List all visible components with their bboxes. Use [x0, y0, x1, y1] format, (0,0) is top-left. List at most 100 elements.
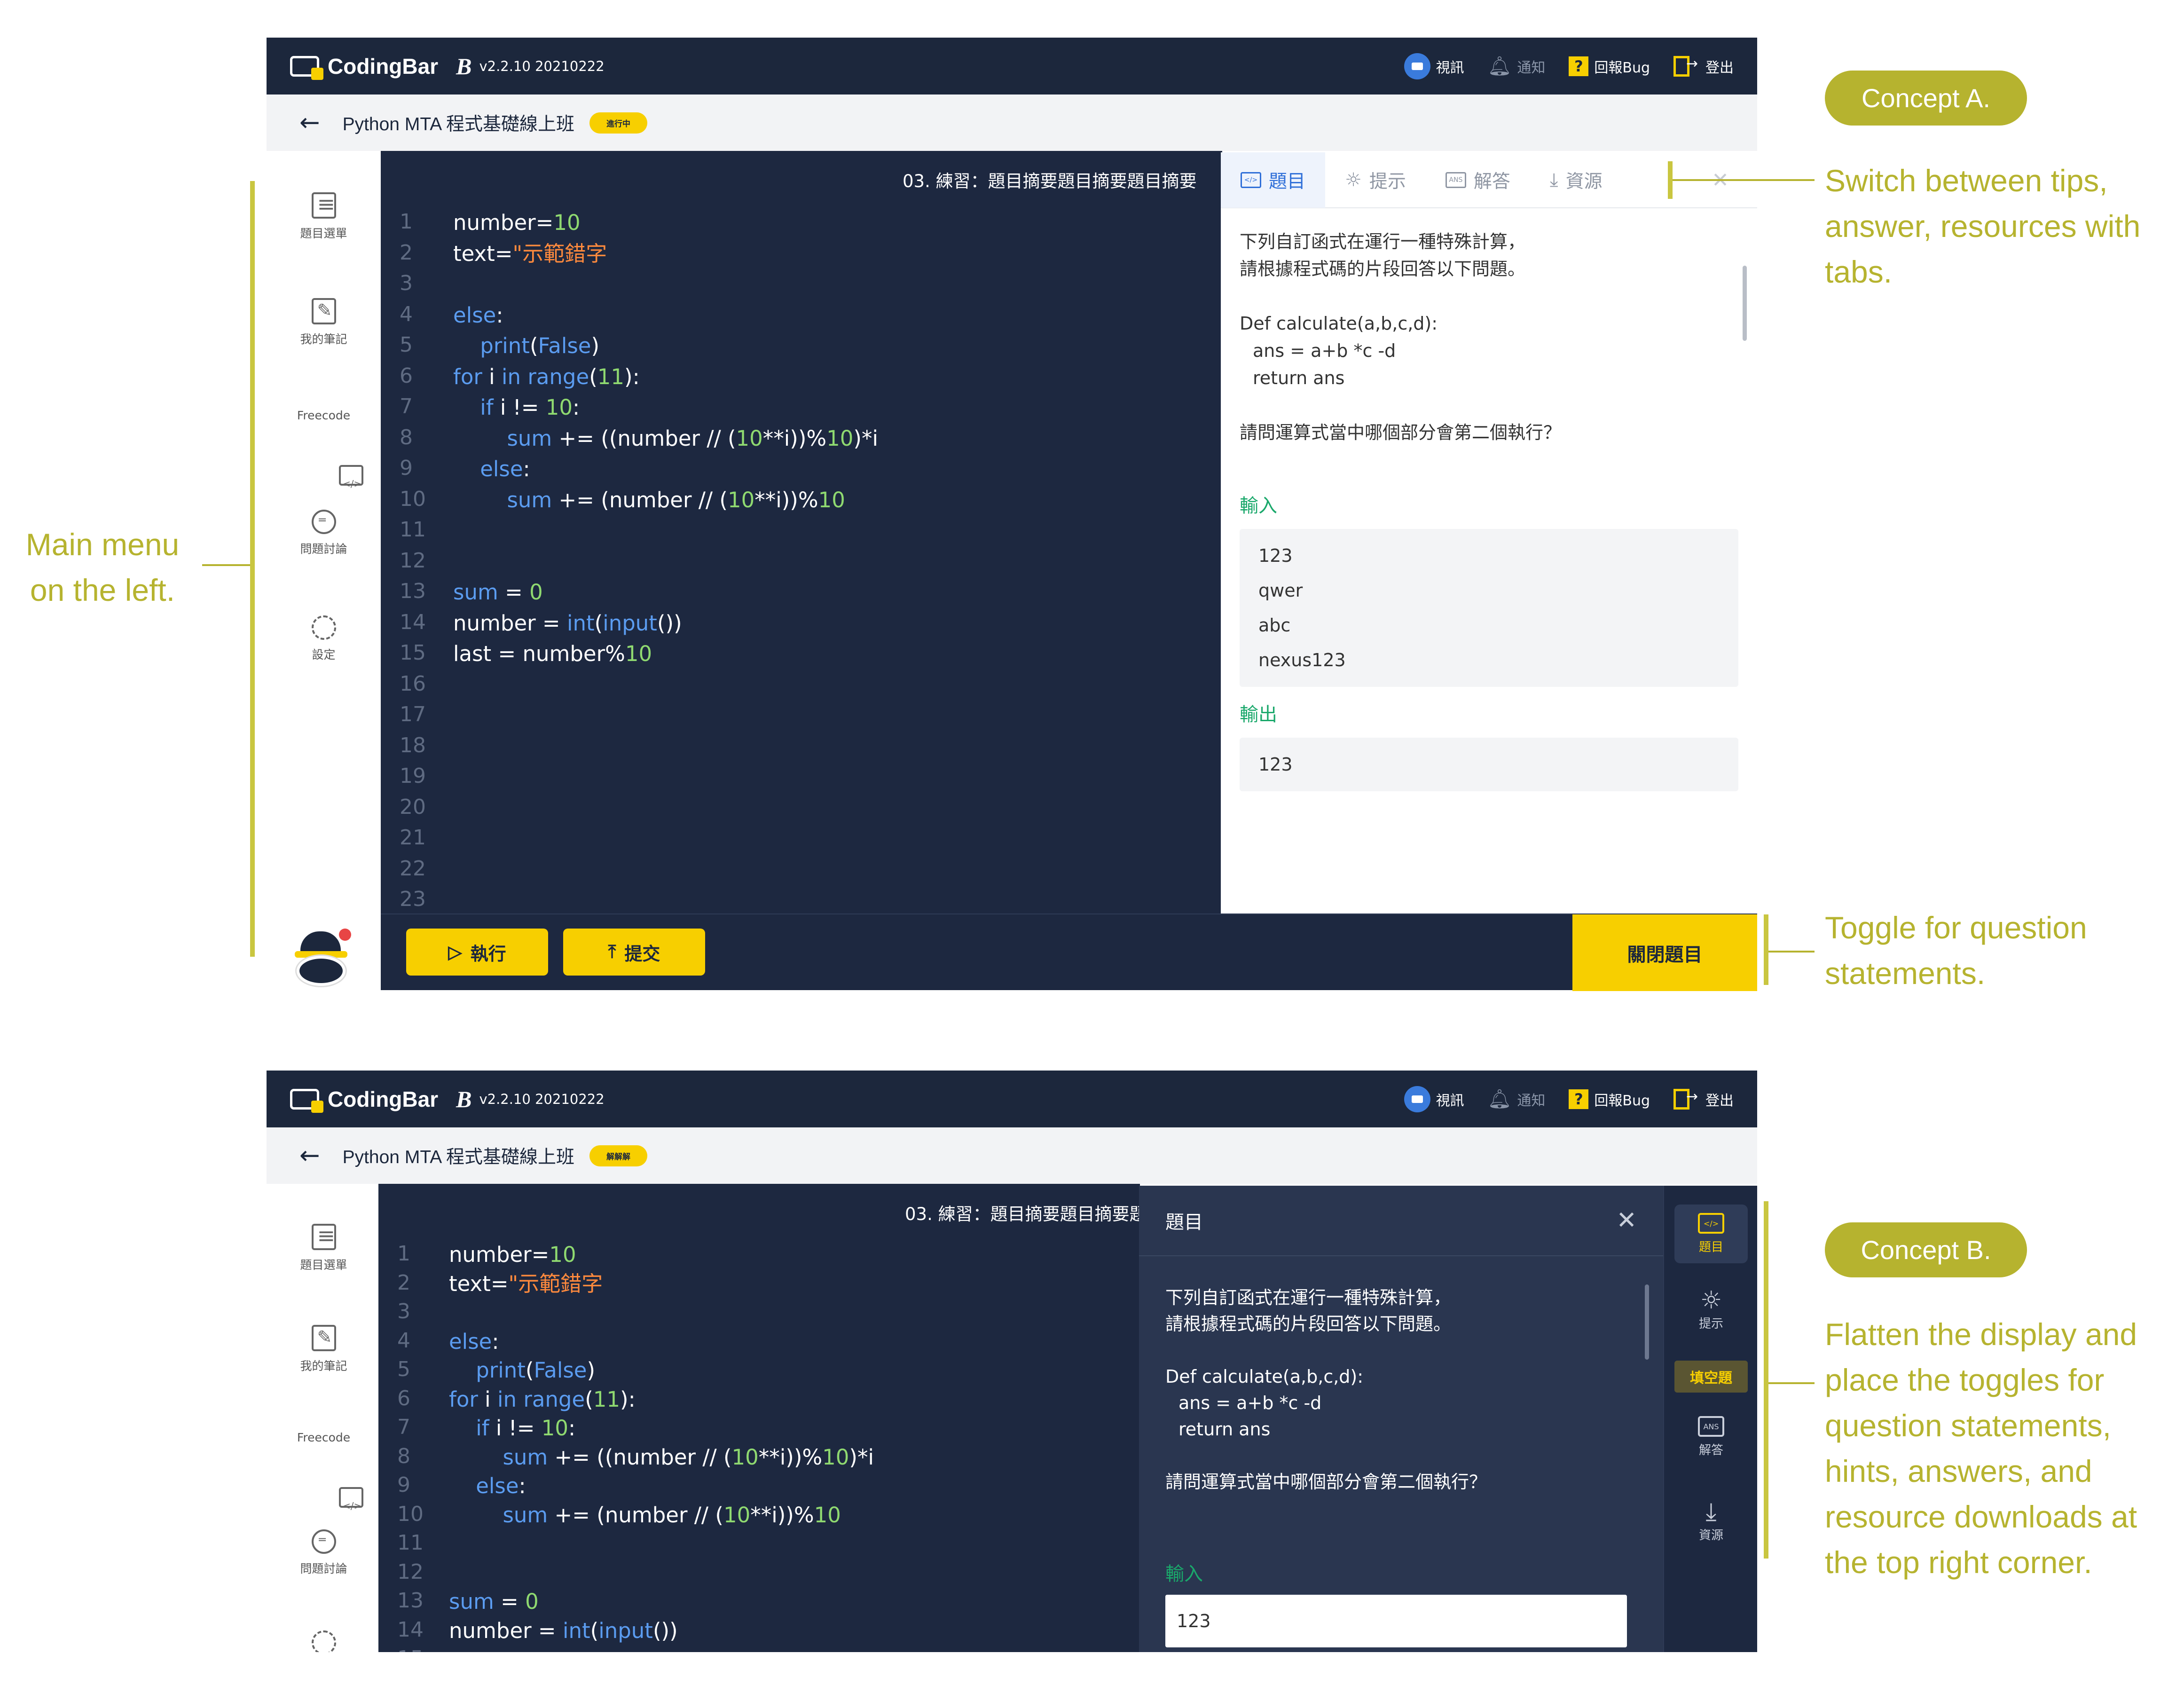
menu-item-settings[interactable]: 設定 [267, 615, 381, 662]
logout-button[interactable]: 登出 [1673, 1088, 1734, 1110]
submit-button[interactable]: ⤒ 提交 [563, 929, 705, 976]
question-icon: ? [1569, 56, 1589, 76]
main-menu-note: Main menu on the left. [23, 522, 182, 613]
toggle-connector [1768, 951, 1815, 953]
code-editor[interactable]: 03. 練習：題目摘要題目摘要題目摘要 12345678910111213141… [378, 1184, 1140, 1652]
menu-item-freecode[interactable]: Freecode [267, 1431, 381, 1522]
code-icon: </> [1241, 172, 1261, 188]
question-title: 03. 練習：題目摘要題目摘要題目摘要 [905, 1204, 1140, 1224]
menu-item-notes[interactable]: 我的筆記 [267, 298, 381, 347]
run-button[interactable]: ▷ 執行 [406, 929, 548, 976]
input-line: 123 [1258, 545, 1293, 566]
input-line: qwer [1258, 580, 1303, 601]
note-line: place the toggles for [1825, 1362, 2105, 1397]
tab-question[interactable]: </> 題目 [1221, 152, 1326, 208]
flatten-connector [1768, 1382, 1815, 1384]
video-button[interactable]: 視訊 [1404, 1086, 1464, 1112]
notify-button[interactable]: 🔔︎ 通知 [1488, 55, 1546, 77]
report-bug-button[interactable]: ? 回報Bug [1569, 56, 1650, 77]
panel-scrollbar[interactable] [1645, 1284, 1649, 1360]
question-body: 下列自訂函式在運行一種特殊計算， 請根據程式碼的片段回答以下問題。 Def ca… [1165, 1284, 1635, 1647]
question-code: ans = a+b *c -d [1178, 1393, 1322, 1413]
submit-label: 提交 [624, 944, 660, 964]
ans-icon: ANS [1445, 172, 1466, 188]
line-number: 9 [400, 456, 413, 480]
panel-scrollbar[interactable] [1743, 266, 1747, 341]
menu-item-freecode[interactable]: Freecode [267, 409, 381, 500]
rail-label: 解答 [1698, 1443, 1723, 1457]
note-line: statements. [1825, 956, 1986, 991]
input-label: 輸入 [1240, 495, 1277, 517]
top-actions: 視訊 🔔︎ 通知 ? 回報Bug 登出 [1404, 1086, 1734, 1112]
line-number: 7 [397, 1415, 410, 1439]
menu-item-discussion[interactable]: 問題討論 [267, 1529, 381, 1576]
tabs-note: Switch between tips, answer, resources w… [1825, 158, 2182, 295]
list-icon [311, 191, 336, 219]
menu-label: Freecode [297, 409, 351, 422]
logo[interactable]: CodingBar [290, 54, 438, 80]
code-editor[interactable]: 03. 練習：題目摘要題目摘要題目摘要 12345678910111213141… [381, 151, 1222, 913]
note-line: answer, resources with [1825, 209, 2141, 244]
menu-item-notes[interactable]: 我的筆記 [267, 1325, 381, 1374]
top-bar: CodingBar B v2.2.10 20210222 視訊 🔔︎ 通知 ? 回報… [267, 38, 1757, 94]
rail-answer[interactable]: ANS 解答 [1674, 1416, 1748, 1458]
line-number: 5 [397, 1357, 410, 1381]
tab-hint[interactable]: ☼ 提示 [1325, 152, 1426, 208]
rail-question[interactable]: </> 題目 [1674, 1205, 1748, 1263]
menu-item-questions[interactable]: 題目選單 [267, 191, 381, 241]
note-line: the top right corner. [1825, 1545, 2092, 1580]
code-text[interactable]: number=10 text="示範錯字 else: print(False) … [453, 207, 878, 669]
logo[interactable]: CodingBar [290, 1087, 438, 1113]
fill-blank-tag[interactable]: 填空題 [1674, 1361, 1748, 1393]
menu-label: Freecode [297, 1431, 351, 1444]
menu-item-discussion[interactable]: 問題討論 [267, 510, 381, 557]
line-number: 13 [400, 579, 426, 603]
course-bar: ← Python MTA 程式基礎線上班 解解解 [267, 1127, 1757, 1184]
line-number: 17 [400, 702, 426, 726]
video-button[interactable]: 視訊 [1404, 53, 1464, 79]
logout-button[interactable]: 登出 [1673, 55, 1734, 77]
menu-item-settings[interactable] [267, 1630, 381, 1652]
report-label: 回報Bug [1594, 59, 1650, 76]
line-number: 10 [400, 487, 426, 511]
line-number: 18 [400, 733, 426, 757]
report-bug-button[interactable]: ? 回報Bug [1569, 1089, 1650, 1110]
line-number: 5 [400, 333, 413, 357]
line-number: 9 [397, 1473, 410, 1497]
tab-answer[interactable]: ANS 解答 [1426, 152, 1530, 208]
input-box: 123 [1165, 1595, 1627, 1647]
line-number: 4 [397, 1328, 410, 1353]
flatten-bracket [1764, 1201, 1768, 1559]
tabs-connector [1673, 179, 1815, 181]
notify-button[interactable]: 🔔︎ 通知 [1488, 1088, 1546, 1110]
bulb-icon: ☼ [1345, 169, 1362, 191]
notification-dot [339, 929, 351, 941]
line-number: 20 [400, 795, 426, 819]
tab-resources[interactable]: ⤓ 資源 [1530, 152, 1622, 208]
back-arrow-icon[interactable]: ← [299, 109, 320, 137]
question-panel: </> 題目 ☼ 提示 ANS 解答 ⤓ 資源 ✕ 下列自訂函式在運行一種特殊計算， 請… [1221, 152, 1757, 913]
rail-hint[interactable]: ☼ 提示 [1674, 1287, 1748, 1331]
line-number: 15 [400, 641, 426, 665]
line-number: 2 [397, 1270, 410, 1295]
b-badge: B [456, 53, 472, 79]
download-icon: ⤓ [1705, 1498, 1717, 1526]
code-text[interactable]: number=10 text="示範錯字 else: print(False) … [449, 1240, 874, 1645]
rail-label: 題目 [1698, 1240, 1723, 1254]
run-bar: ▷ 執行 ⤒ 提交 關閉題目 [381, 913, 1757, 991]
avatar[interactable] [290, 929, 351, 988]
rail-label: 資源 [1698, 1528, 1723, 1543]
question-code: Def calculate(a,b,c,d): [1240, 313, 1438, 334]
back-arrow-icon[interactable]: ← [299, 1142, 320, 1170]
notify-label: 通知 [1517, 1092, 1546, 1109]
line-number: 14 [400, 610, 426, 634]
close-question-button[interactable]: 關閉題目 [1572, 914, 1757, 991]
line-number: 1 [397, 1242, 410, 1266]
question-code: return ans [1178, 1419, 1271, 1440]
menu-item-questions[interactable]: 題目選單 [267, 1223, 381, 1273]
toggle-rail: </> 題目 ☼ 提示 填空題 ANS 解答 ⤓ 資源 [1663, 1186, 1757, 1652]
close-icon[interactable]: ✕ [1616, 1206, 1637, 1235]
rail-resources[interactable]: ⤓ 資源 [1674, 1498, 1748, 1543]
logo-icon [290, 55, 323, 80]
concept-b-screen: CodingBar B v2.2.10 20210222 視訊 🔔︎ 通知 ? 回報… [267, 1071, 1757, 1652]
